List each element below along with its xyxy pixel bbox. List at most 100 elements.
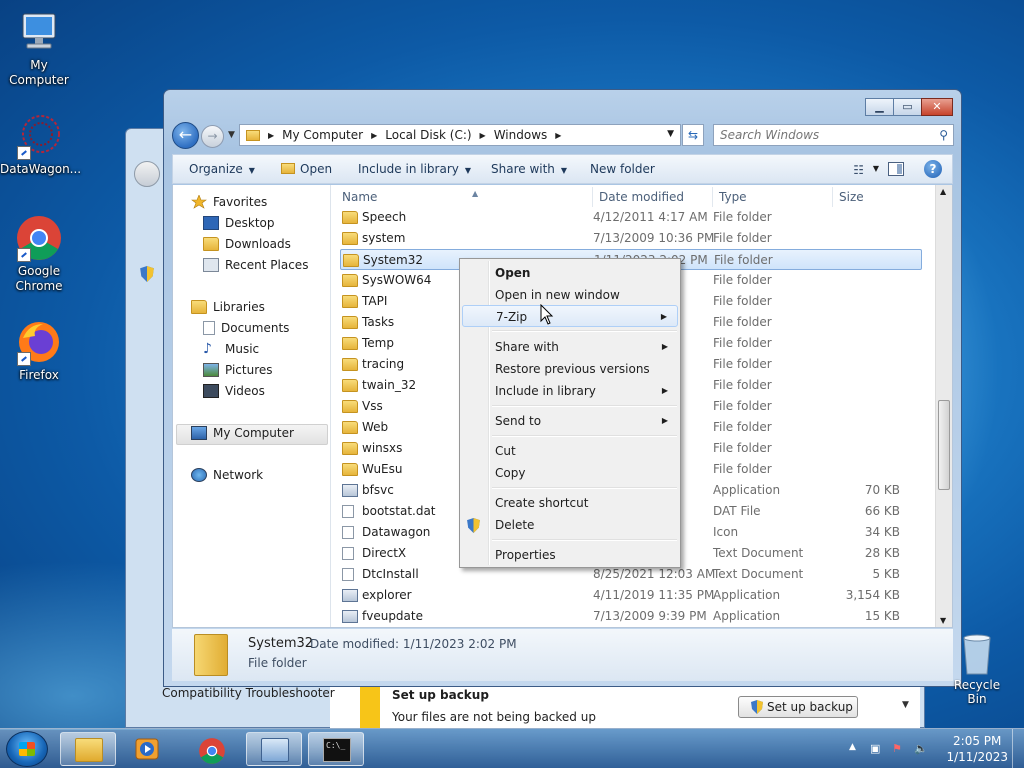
nav-libraries[interactable]: Libraries — [191, 300, 265, 314]
breadcrumb-chevron-icon[interactable]: ▶ — [371, 131, 377, 140]
share-with-button[interactable]: Share with ▼ — [491, 162, 567, 176]
vertical-scrollbar[interactable]: ▲ ▼ — [935, 185, 952, 627]
menu-item-properties[interactable]: Properties — [462, 544, 678, 566]
clock[interactable]: 2:05 PM 1/11/2023 — [946, 733, 1008, 765]
preview-pane-icon[interactable] — [888, 162, 904, 176]
taskbar-media-player[interactable] — [120, 732, 176, 766]
forward-button[interactable]: → — [201, 125, 224, 148]
nav-music[interactable]: ♪ Music — [203, 342, 259, 356]
nav-label: Desktop — [225, 216, 275, 230]
menu-item-open[interactable]: Open — [462, 262, 678, 284]
scroll-up-icon[interactable]: ▲ — [940, 187, 946, 196]
action-center-flag-icon[interactable]: ⚑ — [892, 742, 902, 755]
column-header-date[interactable]: Date modified — [593, 187, 711, 207]
help-icon[interactable]: ? — [924, 160, 942, 178]
clock-date: 1/11/2023 — [946, 750, 1008, 764]
column-header-type[interactable]: Type — [713, 187, 831, 207]
scroll-down-icon[interactable]: ▼ — [940, 616, 946, 625]
nav-downloads[interactable]: Downloads — [203, 237, 291, 251]
taskbar-chrome[interactable] — [184, 732, 240, 766]
open-button[interactable]: Open — [281, 162, 332, 176]
nav-network[interactable]: Network — [191, 468, 263, 482]
desktop-icon-my-computer[interactable]: My Computer — [0, 8, 78, 88]
navigation-pane: Favorites Desktop Downloads Recent Place… — [173, 185, 331, 627]
volume-icon[interactable]: 🔈 — [914, 742, 928, 755]
menu-item-restore-previous-versions[interactable]: Restore previous versions — [462, 358, 678, 380]
menu-label: 7-Zip — [496, 310, 528, 324]
menu-item-create-shortcut[interactable]: Create shortcut — [462, 492, 678, 514]
show-desktop-button[interactable] — [1012, 729, 1024, 768]
close-button[interactable]: ✕ — [921, 98, 953, 116]
refresh-icon[interactable]: ⇆ — [682, 124, 704, 146]
folder-icon — [342, 421, 358, 434]
menu-item-cut[interactable]: Cut — [462, 440, 678, 462]
file-type: File folder — [713, 462, 772, 476]
scroll-down-icon[interactable]: ▼ — [902, 700, 909, 710]
taskbar-action-center[interactable] — [246, 732, 302, 766]
desktop-icon-firefox[interactable]: Firefox — [0, 318, 78, 383]
address-bar[interactable]: ▶ My Computer ▶ Local Disk (C:) ▶ Window… — [239, 124, 681, 146]
nav-videos[interactable]: Videos — [203, 384, 265, 398]
organize-button[interactable]: Organize ▼ — [189, 162, 255, 176]
menu-item-open-new-window[interactable]: Open in new window — [462, 284, 678, 306]
back-button[interactable]: ← — [172, 122, 199, 149]
nav-documents[interactable]: Documents — [203, 321, 289, 335]
minimize-button[interactable]: ▁ — [865, 98, 894, 116]
breadcrumb-my-computer[interactable]: My Computer — [282, 128, 363, 142]
show-hidden-icons-icon[interactable]: ▲ — [849, 742, 856, 752]
details-pane: System32 Date modified: 1/11/2023 2:02 P… — [172, 629, 953, 681]
nav-label: Downloads — [225, 237, 291, 251]
address-dropdown-icon[interactable]: ▼ — [667, 129, 674, 139]
system-tray: ▲ ▣ ⚑ 🔈 2:05 PM 1/11/2023 — [834, 729, 1024, 768]
nav-my-computer[interactable]: My Computer — [191, 426, 294, 440]
new-folder-button[interactable]: New folder — [590, 162, 655, 176]
view-options-icon[interactable]: ☷ — [853, 163, 864, 177]
desktop-icon-chrome[interactable]: Google Chrome — [0, 214, 78, 294]
menu-item-7zip[interactable]: 7-Zip ▶ — [462, 305, 678, 327]
desktop-icon-datawagon[interactable]: DataWagon... — [0, 112, 81, 177]
file-type: File folder — [713, 315, 772, 329]
nav-pictures[interactable]: Pictures — [203, 363, 273, 377]
desktop-icon-recycle-bin[interactable]: Recycle Bin — [945, 632, 1009, 706]
file-name: system — [362, 231, 406, 245]
maximize-button[interactable]: ▭ — [893, 98, 922, 116]
taskbar-explorer[interactable] — [60, 732, 116, 766]
column-header-size[interactable]: Size — [833, 187, 913, 207]
search-box[interactable]: ⚲ — [713, 124, 954, 146]
column-header-name[interactable]: Name ▲ — [336, 187, 592, 207]
taskbar-command-prompt[interactable]: C:\_ — [308, 732, 364, 766]
recent-pages-dropdown[interactable]: ▼ — [228, 130, 235, 140]
table-row[interactable]: fveupdate 7/13/2009 9:39 PM Application 15 … — [340, 606, 922, 627]
breadcrumb-chevron-icon[interactable]: ▶ — [555, 131, 561, 140]
breadcrumb-chevron-icon[interactable]: ▶ — [480, 131, 486, 140]
nav-desktop[interactable]: Desktop — [203, 216, 275, 230]
scroll-thumb[interactable] — [938, 400, 950, 490]
menu-item-send-to[interactable]: Send to ▶ — [462, 410, 678, 432]
folder-icon — [342, 232, 358, 245]
menu-item-copy[interactable]: Copy — [462, 462, 678, 484]
breadcrumb-chevron-icon[interactable]: ▶ — [268, 131, 274, 140]
compatibility-troubleshooter-link[interactable]: Compatibility Troubleshooter — [162, 686, 335, 700]
menu-item-share-with[interactable]: Share with ▶ — [462, 336, 678, 358]
search-input[interactable] — [720, 126, 920, 144]
breadcrumb-windows[interactable]: Windows — [494, 128, 548, 142]
chevron-down-icon[interactable]: ▼ — [873, 164, 879, 173]
command-bar: Organize ▼ Open Include in library ▼ Share… — [172, 154, 953, 184]
start-button[interactable] — [6, 731, 48, 767]
network-icon — [191, 468, 207, 482]
include-in-library-button[interactable]: Include in library ▼ — [358, 162, 471, 176]
table-row[interactable]: system 7/13/2009 10:36 PM File folder — [340, 228, 922, 249]
network-status-icon[interactable]: ▣ — [870, 742, 880, 755]
breadcrumb-local-disk[interactable]: Local Disk (C:) — [385, 128, 471, 142]
nav-label: Documents — [221, 321, 290, 335]
menu-item-include-in-library[interactable]: Include in library ▶ — [462, 380, 678, 402]
search-icon[interactable]: ⚲ — [939, 128, 948, 142]
nav-favorites[interactable]: Favorites — [191, 194, 267, 209]
table-row[interactable]: Speech 4/12/2011 4:17 AM File folder — [340, 207, 922, 228]
menu-item-delete[interactable]: Delete — [462, 514, 678, 536]
table-row[interactable]: explorer 4/11/2019 11:35 PM Application 3,1… — [340, 585, 922, 606]
setup-backup-button[interactable]: Set up backup — [738, 696, 858, 718]
nav-recent-places[interactable]: Recent Places — [203, 258, 308, 272]
file-size: 15 KB — [864, 609, 900, 623]
file-type: Icon — [713, 525, 739, 539]
